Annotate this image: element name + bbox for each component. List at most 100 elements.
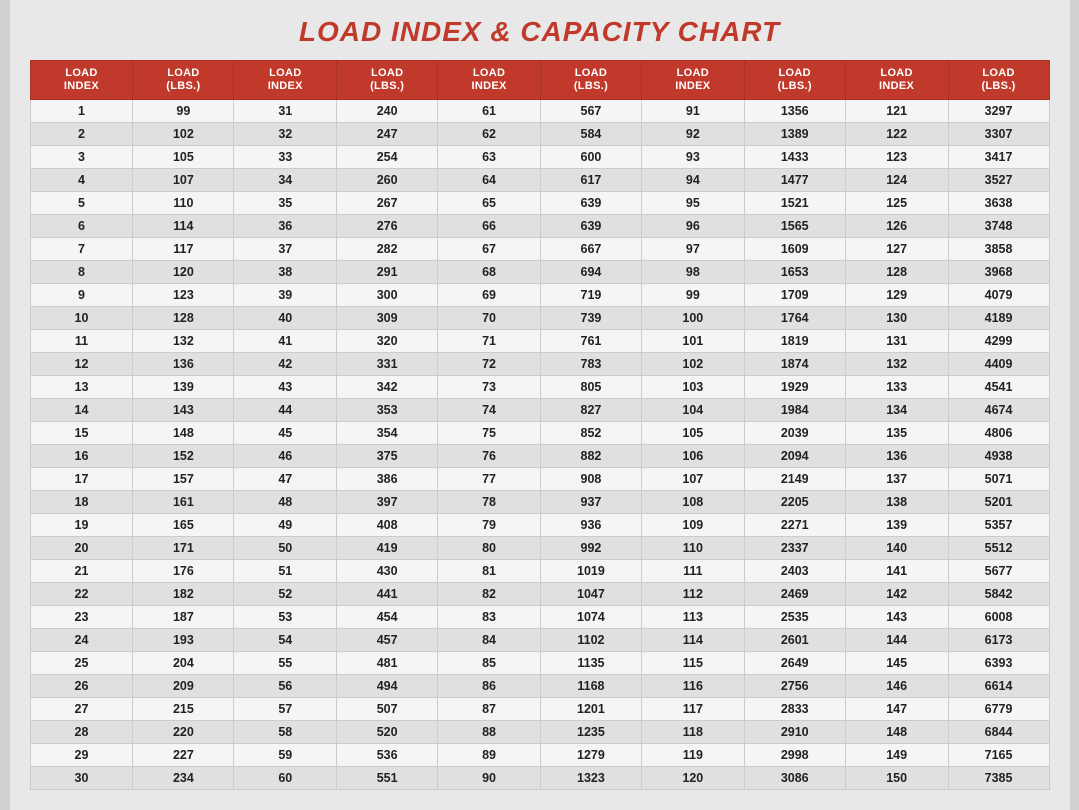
column-header: LOAD(LBS.) [948, 61, 1049, 100]
table-cell: 56 [234, 675, 337, 698]
table-cell: 26 [30, 675, 133, 698]
table-cell: 55 [234, 652, 337, 675]
table-cell: 2998 [744, 744, 845, 767]
table-cell: 408 [337, 514, 438, 537]
table-cell: 143 [133, 399, 234, 422]
table-cell: 3858 [948, 238, 1049, 261]
table-cell: 129 [845, 284, 948, 307]
table-cell: 146 [845, 675, 948, 698]
table-cell: 2833 [744, 698, 845, 721]
table-row: 12136423317278310218741324409 [30, 353, 1049, 376]
table-cell: 2337 [744, 537, 845, 560]
table-cell: 639 [541, 215, 642, 238]
table-cell: 150 [845, 767, 948, 790]
table-cell: 16 [30, 445, 133, 468]
table-cell: 1874 [744, 353, 845, 376]
table-row: 611436276666399615651263748 [30, 215, 1049, 238]
table-cell: 122 [845, 123, 948, 146]
table-cell: 126 [845, 215, 948, 238]
table-cell: 2535 [744, 606, 845, 629]
table-cell: 17 [30, 468, 133, 491]
table-cell: 134 [845, 399, 948, 422]
table-cell: 31 [234, 100, 337, 123]
table-cell: 227 [133, 744, 234, 767]
table-row: 16152463757688210620941364938 [30, 445, 1049, 468]
table-cell: 27 [30, 698, 133, 721]
table-cell: 176 [133, 560, 234, 583]
table-cell: 117 [641, 698, 744, 721]
table-cell: 3307 [948, 123, 1049, 146]
table-cell: 65 [438, 192, 541, 215]
table-cell: 2 [30, 123, 133, 146]
table-row: 302346055190132312030861507385 [30, 767, 1049, 790]
table-cell: 98 [641, 261, 744, 284]
table-cell: 25 [30, 652, 133, 675]
table-cell: 1102 [541, 629, 642, 652]
table-row: 511035267656399515211253638 [30, 192, 1049, 215]
table-cell: 1323 [541, 767, 642, 790]
table-cell: 10 [30, 307, 133, 330]
table-cell: 110 [641, 537, 744, 560]
table-cell: 41 [234, 330, 337, 353]
table-cell: 215 [133, 698, 234, 721]
table-cell: 152 [133, 445, 234, 468]
table-cell: 4409 [948, 353, 1049, 376]
table-cell: 694 [541, 261, 642, 284]
table-cell: 79 [438, 514, 541, 537]
table-cell: 62 [438, 123, 541, 146]
table-cell: 102 [133, 123, 234, 146]
table-row: 262095649486116811627561466614 [30, 675, 1049, 698]
table-cell: 1201 [541, 698, 642, 721]
table-cell: 309 [337, 307, 438, 330]
table-cell: 5071 [948, 468, 1049, 491]
table-cell: 4079 [948, 284, 1049, 307]
table-cell: 38 [234, 261, 337, 284]
table-cell: 147 [845, 698, 948, 721]
table-cell: 3297 [948, 100, 1049, 123]
table-cell: 99 [133, 100, 234, 123]
table-cell: 1929 [744, 376, 845, 399]
column-header: LOADINDEX [234, 61, 337, 100]
table-cell: 70 [438, 307, 541, 330]
table-row: 711737282676679716091273858 [30, 238, 1049, 261]
table-cell: 1019 [541, 560, 642, 583]
table-cell: 2469 [744, 583, 845, 606]
table-row: 310533254636009314331233417 [30, 146, 1049, 169]
table-cell: 5512 [948, 537, 1049, 560]
table-cell: 105 [133, 146, 234, 169]
column-header: LOADINDEX [641, 61, 744, 100]
table-row: 292275953689127911929981497165 [30, 744, 1049, 767]
table-cell: 128 [845, 261, 948, 284]
table-cell: 187 [133, 606, 234, 629]
table-cell: 91 [641, 100, 744, 123]
table-cell: 35 [234, 192, 337, 215]
table-cell: 494 [337, 675, 438, 698]
table-cell: 5842 [948, 583, 1049, 606]
table-cell: 113 [641, 606, 744, 629]
table-cell: 46 [234, 445, 337, 468]
table-cell: 68 [438, 261, 541, 284]
table-cell: 96 [641, 215, 744, 238]
column-header: LOAD(LBS.) [541, 61, 642, 100]
table-cell: 97 [641, 238, 744, 261]
table-cell: 118 [641, 721, 744, 744]
table-cell: 120 [133, 261, 234, 284]
table-cell: 739 [541, 307, 642, 330]
table-cell: 92 [641, 123, 744, 146]
table-cell: 57 [234, 698, 337, 721]
table-cell: 3748 [948, 215, 1049, 238]
table-cell: 1279 [541, 744, 642, 767]
table-cell: 88 [438, 721, 541, 744]
table-cell: 145 [845, 652, 948, 675]
table-cell: 1168 [541, 675, 642, 698]
table-cell: 21 [30, 560, 133, 583]
table-cell: 43 [234, 376, 337, 399]
table-row: 231875345483107411325351436008 [30, 606, 1049, 629]
table-cell: 58 [234, 721, 337, 744]
table-cell: 3 [30, 146, 133, 169]
table-row: 282205852088123511829101486844 [30, 721, 1049, 744]
table-cell: 2756 [744, 675, 845, 698]
table-cell: 101 [641, 330, 744, 353]
table-cell: 111 [641, 560, 744, 583]
table-cell: 100 [641, 307, 744, 330]
